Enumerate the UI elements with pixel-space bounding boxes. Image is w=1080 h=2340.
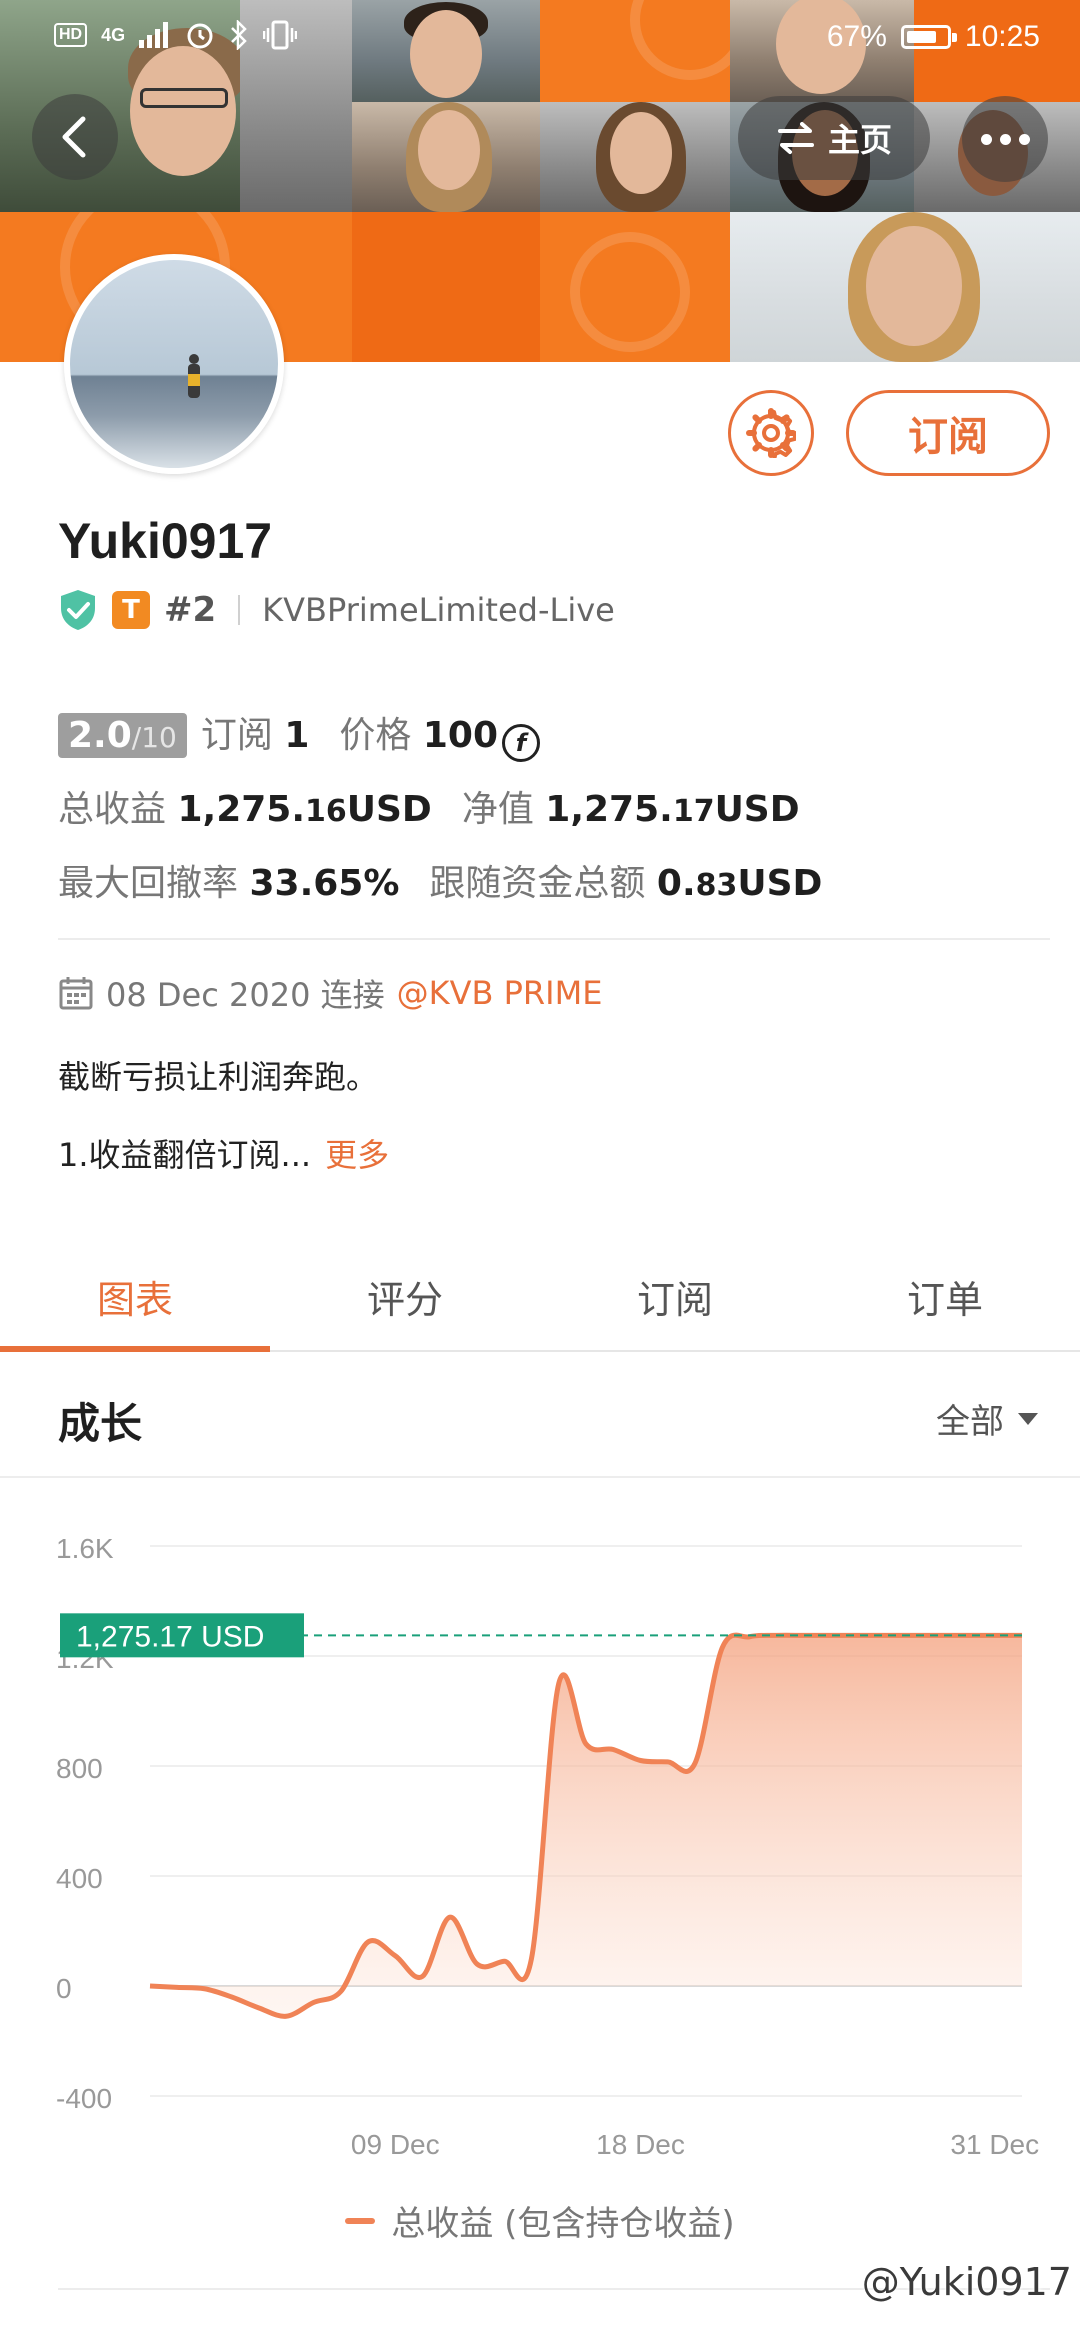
more-link[interactable]: 更多 [325,1136,389,1174]
net-value-decimals: 17 [672,794,715,829]
total-profit-label: 总收益 [58,789,167,830]
price-value: 100 [422,715,498,756]
separator [238,595,241,625]
banner-photo-9 [730,212,1080,362]
subscribe-count: 1 [284,715,310,756]
profit-row: 总收益 1,275. 16 USD 净值 1,275. 17 USD [58,780,800,832]
chevron-left-icon [62,116,86,158]
signal-icon [139,22,169,48]
total-profit-unit: USD [346,789,432,830]
series-area [150,1635,1022,2017]
bluetooth-icon [231,20,247,50]
settings-button[interactable] [728,390,814,476]
max-drawdown-label: 最大回撤率 [58,863,239,904]
badge-row: T #2 KVBPrimeLimited-Live [58,586,615,634]
y-tick-label: -400 [56,2083,112,2114]
more-button[interactable] [962,96,1048,182]
home-button[interactable]: 主页 [738,96,930,180]
more-dots-icon [980,133,992,145]
growth-chart-svg: 1.6K1.2K8004000-40009 Dec 18 Dec 31 Dec 1,… [56,1533,1039,2160]
subscribe-count-label: 订阅 [200,715,273,756]
follow-funds-decimals: 83 [695,868,738,903]
hd-indicator: HD [54,23,88,47]
total-profit-main: 1,275. [177,789,306,830]
coin-icon: f [502,724,540,762]
broker-name: KVBPrimeLimited-Live [262,591,615,629]
calendar-icon [59,977,93,1010]
y-tick-label: 0 [56,1973,72,2004]
connect-row: 08 Dec 2020 连接 @KVB PRIME [58,970,602,1016]
verified-shield-icon [61,590,95,630]
trader-badge: T [112,591,150,629]
gear-icon [746,408,796,458]
net-value-unit: USD [714,789,800,830]
description-line1: 截断亏损让利润奔跑。 [58,1058,379,1096]
connect-date: 08 Dec 2020 连接 [106,976,385,1014]
connect-broker-link[interactable]: @KVB PRIME [397,974,603,1012]
battery-icon [900,25,957,49]
x-tick-label: 31 Dec [950,2129,1039,2160]
x-tick-label: 18 Dec [596,2129,685,2160]
current-value-label: 1,275.17 USD [76,1620,264,1653]
growth-chart: 1.6K 1.2K 800 400 0 -400 09 Dec 18 Dec 31 Dec 1,… [0,1480,1080,2290]
follow-funds-main: 0. [656,863,696,904]
tab-subscriptions[interactable]: 订阅 [540,1242,810,1350]
x-tick-label: 09 Dec [351,2129,440,2160]
banner-photo-6 [540,102,730,212]
net-value-main: 1,275. [545,789,673,830]
filter-label: 全部 [936,1402,1004,1442]
score-badge: 2.0/10 [58,713,187,758]
profile-divider [58,938,1050,940]
watermark: @Yuki0917 [861,2260,1072,2304]
rank: #2 [164,590,217,630]
tab-rating[interactable]: 评分 [270,1242,540,1350]
description-line2: 1.收益翻倍订阅... 更多 [58,1130,389,1176]
description-text: 1.收益翻倍订阅... [58,1136,312,1174]
banner-tile-d [352,212,540,362]
legend-swatch [345,2217,376,2224]
section-title: 成长 [58,1399,143,1448]
tab-bar: 图表 评分 订阅 订单 [0,1242,1080,1352]
follow-funds-unit: USD [737,863,823,904]
avatar[interactable] [64,254,284,474]
back-button[interactable] [32,94,118,180]
price-label: 价格 [339,715,412,756]
drawdown-row: 最大回撤率 33.65% 跟随资金总额 0. 83 USD [58,854,822,906]
alarm-icon [187,23,213,49]
switch-icon [777,122,814,154]
battery-percent: 67% [826,20,887,53]
tab-chart[interactable]: 图表 [0,1242,270,1352]
y-tick-label: 400 [56,1863,103,1894]
clock: 10:25 [964,20,1040,53]
status-bar: HD 4G 67% 10:25 [0,0,1080,76]
y-tick-label: 1.6K [56,1533,114,1564]
subscribe-button[interactable]: 订阅 [846,390,1050,476]
network-indicator: 4G [101,24,126,45]
tab-orders[interactable]: 订单 [810,1242,1080,1350]
range-filter-dropdown[interactable]: 全部 [936,1394,1040,1443]
banner-tile-e [540,212,730,362]
score-denominator: /10 [131,721,177,754]
max-drawdown: 33.65% [249,863,400,904]
total-profit-decimals: 16 [305,794,347,829]
vibrate-icon [263,20,298,50]
score-value: 2.0 [68,715,132,756]
growth-section-header: 成长 全部 [0,1354,1080,1478]
username: Yuki0917 [58,513,273,569]
y-tick-label: 800 [56,1753,103,1784]
score-row: 2.0/10 订阅 1 价格 100 f [58,706,540,762]
net-value-label: 净值 [461,789,534,830]
banner-photo-5 [352,102,540,212]
chart-legend: 总收益 (包含持仓收益) [0,2196,1080,2245]
caret-down-icon [1018,1412,1038,1425]
follow-funds-label: 跟随资金总额 [429,863,646,904]
legend-label: 总收益 (包含持仓收益) [391,2204,735,2244]
home-button-label: 主页 [827,121,892,159]
